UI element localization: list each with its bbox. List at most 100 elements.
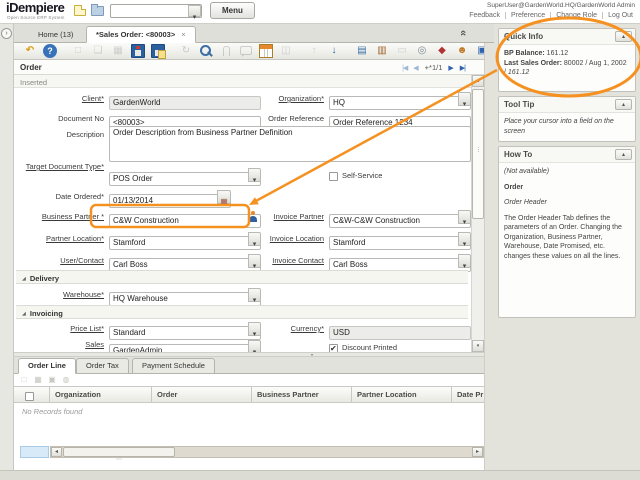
business-partner-input[interactable] [109, 214, 261, 228]
tab-payment-schedule[interactable]: Payment Schedule [132, 358, 215, 374]
how-to-title: How To [504, 150, 532, 159]
select-all-checkbox[interactable] [25, 392, 34, 401]
invoice-partner-input[interactable] [329, 214, 471, 228]
section-delivery[interactable]: Delivery [16, 270, 468, 284]
tab-order-line[interactable]: Order Line [18, 358, 76, 374]
price-list-input[interactable] [109, 326, 261, 340]
collapse-header-icon[interactable] [460, 27, 472, 39]
discount-printed-label: Discount Printed [342, 343, 397, 352]
organization-dropdown-icon[interactable] [458, 92, 471, 106]
date-ordered-field[interactable] [109, 190, 231, 204]
grid-toggle-icon[interactable] [259, 44, 273, 58]
detail-delete-icon [33, 375, 43, 385]
menu-button[interactable]: Menu [210, 2, 255, 19]
tab-home[interactable]: Home (13) [28, 26, 83, 43]
partner-location-input[interactable] [109, 236, 261, 250]
workflow-icon[interactable] [435, 44, 449, 58]
description-field[interactable]: Order Description from Business Partner … [109, 126, 471, 162]
tool-tip-collapse-icon[interactable] [615, 99, 632, 110]
target-document-type-dropdown-icon[interactable] [248, 168, 261, 182]
self-service-checkbox[interactable] [329, 172, 338, 181]
tab-title: Order [20, 63, 42, 72]
how-to-panel: How To (Not available) Order Order Heade… [498, 146, 636, 318]
how-to-collapse-icon[interactable] [615, 149, 632, 160]
invoice-partner-field[interactable] [329, 210, 471, 224]
tab-order-tax[interactable]: Order Tax [76, 358, 129, 374]
partner-location-field[interactable] [109, 232, 261, 246]
document-no-field[interactable] [109, 112, 261, 126]
archive-icon[interactable] [375, 44, 389, 58]
form-vertical-scrollbar[interactable] [471, 75, 484, 352]
target-document-type-input[interactable] [109, 172, 261, 186]
tab-sales-order[interactable]: *Sales Order: <80003> [86, 26, 196, 43]
invoice-location-field[interactable] [329, 232, 471, 246]
document-no-label: Document No [14, 112, 104, 126]
expand-west-panel-button[interactable] [1, 28, 12, 39]
scroll-up-icon[interactable] [472, 75, 484, 87]
column-order[interactable]: Order [152, 387, 252, 402]
organization-field[interactable] [329, 92, 471, 106]
invoice-location-dropdown-icon[interactable] [458, 232, 471, 246]
scroll-left-icon[interactable] [51, 447, 62, 457]
column-partner-location[interactable]: Partner Location [352, 387, 452, 402]
delete-record-icon [111, 44, 125, 58]
scroll-right-icon[interactable] [472, 447, 483, 457]
link-preference[interactable]: Preference [505, 12, 550, 19]
find-icon[interactable] [199, 44, 213, 58]
invoice-partner-dropdown-icon[interactable] [458, 210, 471, 224]
user-contact-field[interactable] [109, 254, 261, 268]
save-create-new-icon[interactable] [151, 44, 165, 58]
west-panel-collapsed [0, 24, 14, 470]
invoice-location-input[interactable] [329, 236, 471, 250]
business-partner-label: Business Partner * [14, 210, 104, 224]
vertical-splitter[interactable] [484, 43, 494, 470]
invoice-contact-field[interactable] [329, 254, 471, 268]
warehouse-field[interactable] [109, 288, 261, 302]
order-line-table-header: Organization Order Business Partner Part… [14, 386, 484, 403]
organization-input[interactable] [329, 96, 471, 110]
calendar-icon[interactable] [217, 190, 231, 204]
warehouse-dropdown-icon[interactable] [248, 288, 261, 302]
print-preview-icon[interactable] [415, 44, 429, 58]
combo-dropdown-icon[interactable] [188, 5, 201, 17]
folder-icon[interactable] [91, 6, 104, 16]
close-tab-icon[interactable] [181, 27, 185, 42]
save-icon[interactable] [131, 44, 145, 58]
detail-record-icon[interactable] [327, 44, 341, 58]
target-document-type-field[interactable] [109, 168, 261, 182]
report-icon[interactable] [355, 44, 369, 58]
next-record-icon[interactable] [448, 64, 453, 72]
currency-value [329, 326, 471, 340]
description-input[interactable]: Order Description from Business Partner … [109, 126, 471, 162]
ignore-changes-icon[interactable] [23, 44, 37, 58]
global-search-combo[interactable] [110, 4, 202, 18]
new-window-icon[interactable] [74, 5, 86, 16]
account-links: FeedbackPreferenceChange RoleLog Out [464, 12, 638, 19]
scroll-down-icon[interactable] [472, 340, 484, 352]
column-business-partner[interactable]: Business Partner [252, 387, 352, 402]
column-date-promised[interactable]: Date Pr [452, 387, 484, 402]
date-ordered-input[interactable] [109, 194, 231, 208]
warehouse-input[interactable] [109, 292, 261, 306]
horizontal-scrollbar-thumb[interactable] [63, 447, 175, 457]
description-label: Description [14, 128, 104, 142]
vertical-scrollbar-thumb[interactable] [472, 89, 484, 219]
link-log-out[interactable]: Log Out [602, 12, 638, 19]
price-list-field[interactable] [109, 322, 261, 336]
currency-label: Currency* [244, 322, 324, 336]
help-icon[interactable] [43, 44, 57, 58]
business-partner-field[interactable] [109, 210, 261, 224]
quick-info-collapse-icon[interactable] [615, 31, 632, 42]
global-search-input[interactable] [112, 6, 188, 16]
link-feedback[interactable]: Feedback [464, 12, 505, 19]
invoice-contact-dropdown-icon[interactable] [458, 254, 471, 268]
order-reference-field[interactable] [329, 112, 471, 126]
first-record-icon [402, 64, 407, 72]
table-horizontal-scrollbar[interactable] [50, 446, 484, 458]
request-icon[interactable] [455, 44, 469, 58]
how-to-header: How To [499, 147, 635, 163]
link-change-role[interactable]: Change Role [550, 12, 602, 19]
column-organization[interactable]: Organization [50, 387, 152, 402]
last-record-icon[interactable] [460, 64, 465, 72]
section-invoicing[interactable]: Invoicing [16, 305, 468, 319]
